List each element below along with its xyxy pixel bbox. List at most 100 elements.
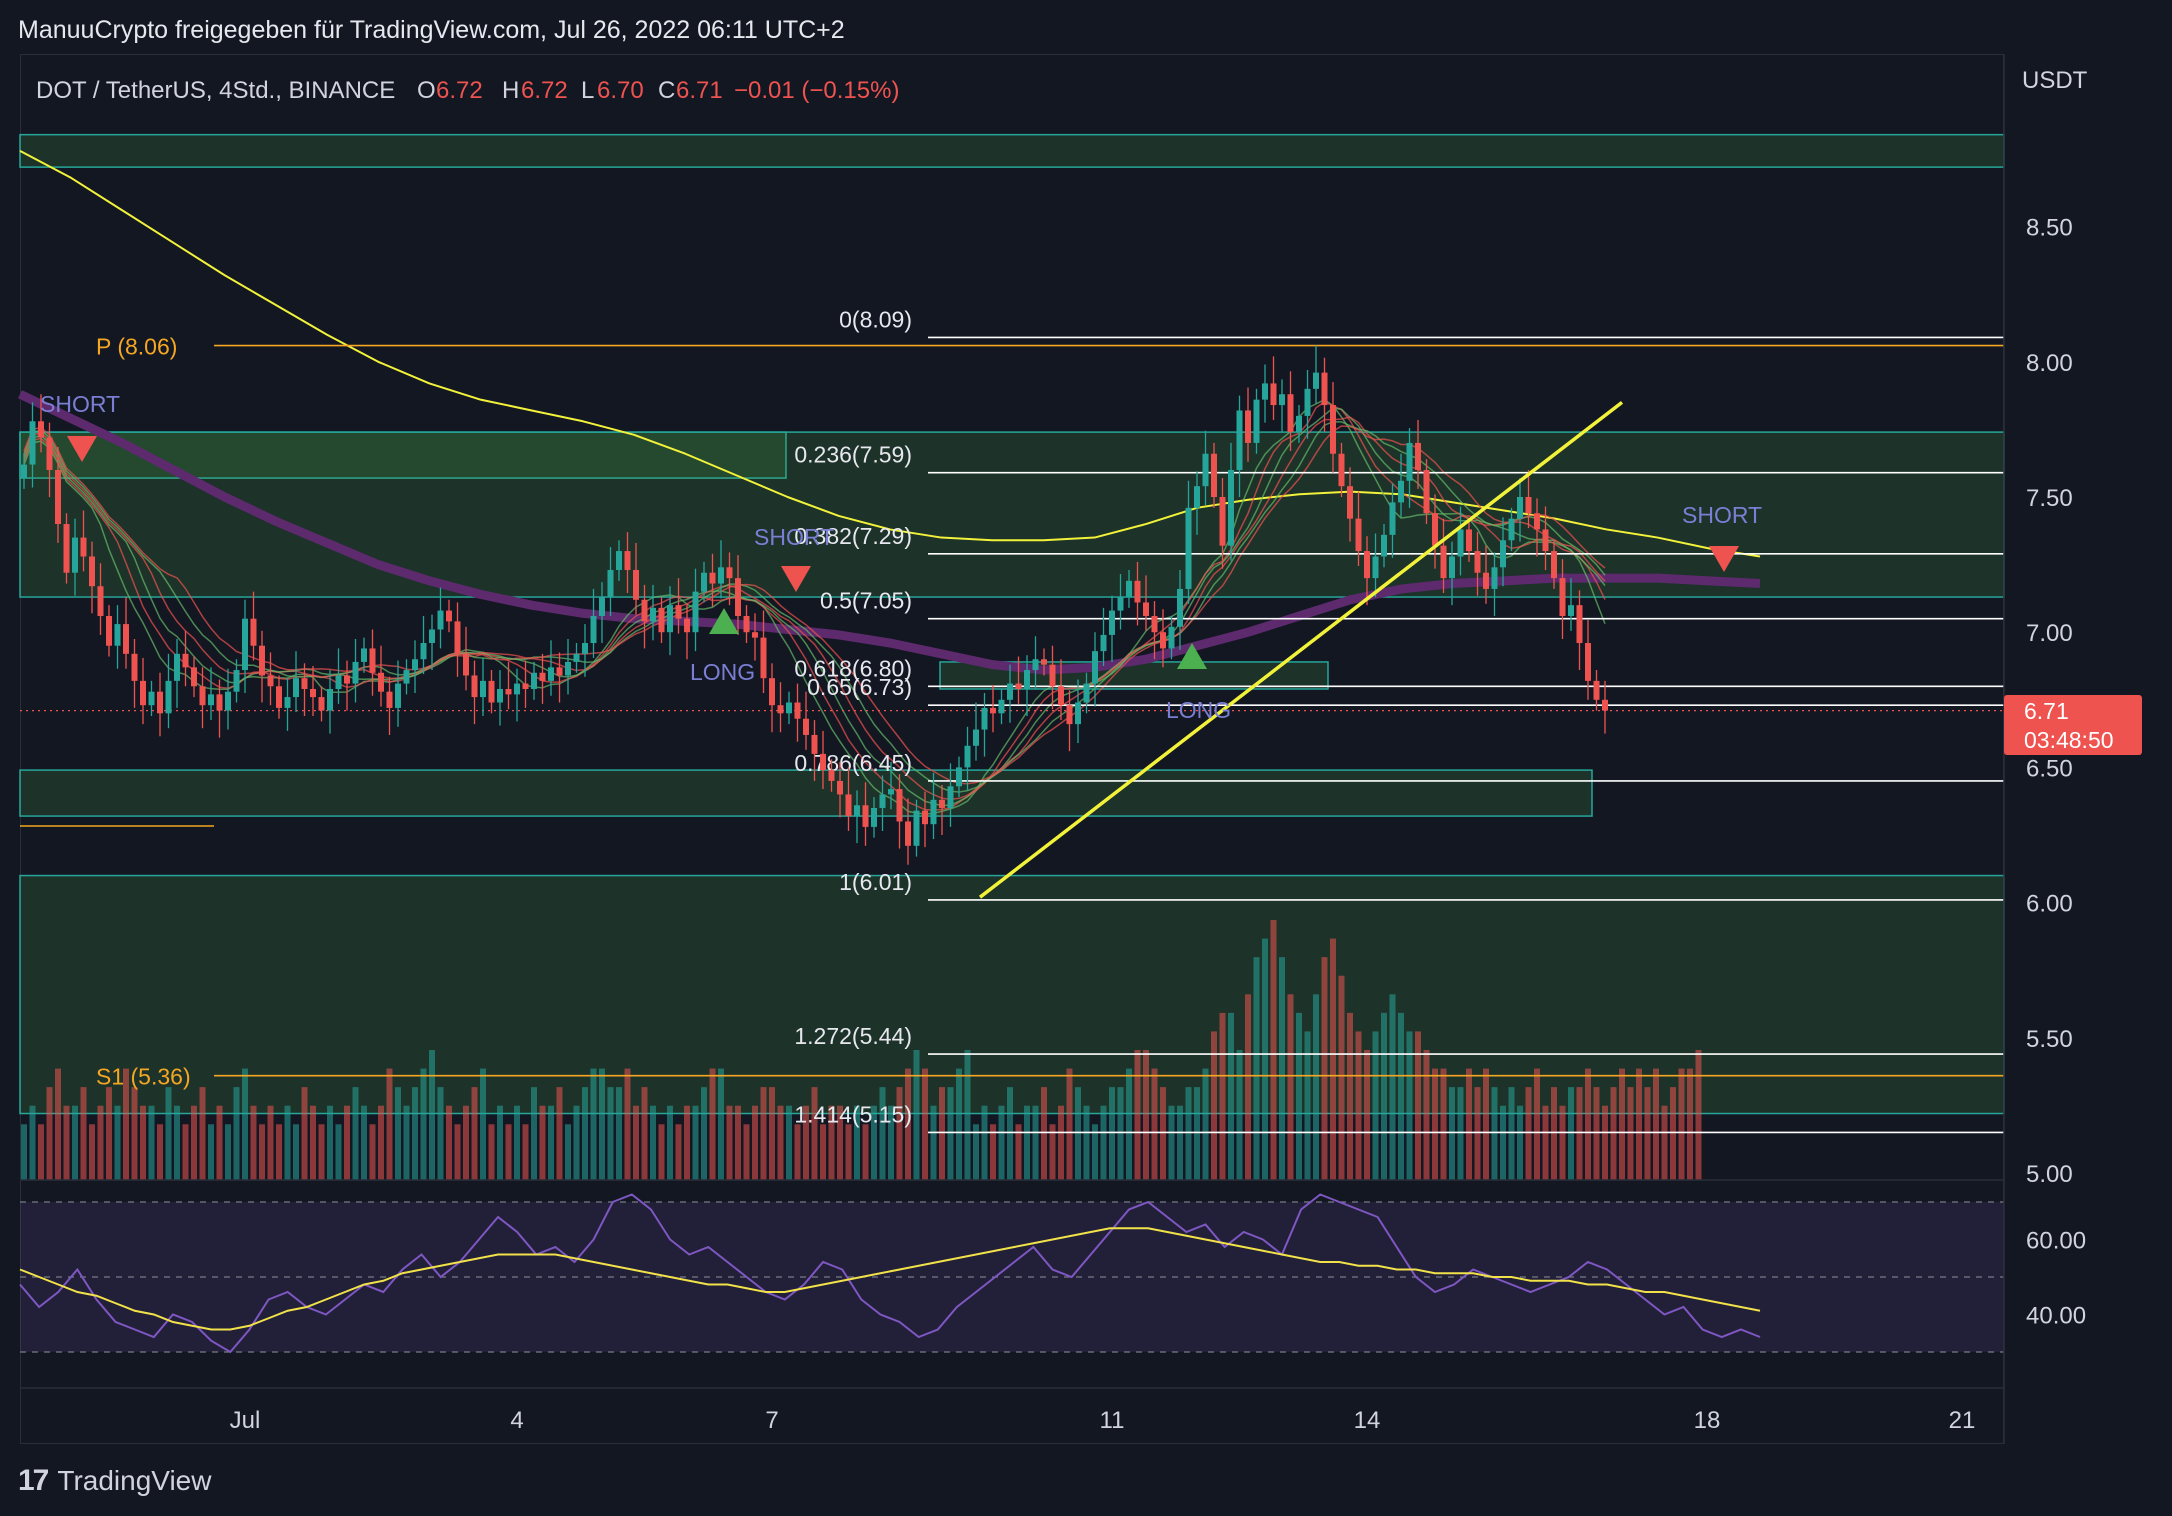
volume-bar xyxy=(437,1087,444,1180)
currency-label: USDT xyxy=(2022,67,2088,94)
candle-body xyxy=(38,421,44,438)
time-tick-label: 14 xyxy=(1354,1407,1381,1434)
volume-bar xyxy=(242,1068,248,1180)
candle-body xyxy=(1279,394,1285,406)
candle-body xyxy=(1253,399,1260,443)
volume-bar xyxy=(225,1124,231,1180)
candle-body xyxy=(930,799,937,825)
candle-body xyxy=(1236,410,1243,470)
candle-body xyxy=(420,643,427,660)
pivot-label: P (8.06) xyxy=(96,334,177,360)
volume-bar xyxy=(1109,1087,1115,1180)
time-tick-label: Jul xyxy=(230,1407,261,1434)
volume-bar xyxy=(794,1124,801,1180)
volume-bar xyxy=(488,1124,495,1180)
volume-bar xyxy=(743,1124,750,1180)
candle-body xyxy=(293,678,299,698)
candle-body xyxy=(1525,497,1532,514)
volume-bar xyxy=(607,1087,614,1180)
candle-body xyxy=(599,597,605,616)
candle-body xyxy=(1126,580,1132,598)
volume-bar xyxy=(1058,1105,1064,1180)
price-tick-label: 6.50 xyxy=(2026,755,2073,782)
volume-bar xyxy=(1432,1068,1438,1180)
volume-bar xyxy=(548,1105,554,1180)
volume-bar xyxy=(420,1068,427,1180)
candle-body xyxy=(1576,605,1583,644)
volume-bar xyxy=(148,1105,155,1180)
candle-body xyxy=(123,624,129,654)
candle-body xyxy=(131,653,138,681)
candle-body xyxy=(1534,513,1540,530)
volume-bar xyxy=(386,1068,393,1180)
candle-body xyxy=(1058,686,1064,706)
candle-body xyxy=(939,799,945,808)
candle-body xyxy=(769,678,775,706)
candle-body xyxy=(1296,415,1302,433)
volume-bar xyxy=(1474,1087,1481,1180)
candle-body xyxy=(1270,383,1277,406)
volume-bar xyxy=(1568,1087,1574,1180)
candle-body xyxy=(1449,556,1455,579)
candle-body xyxy=(905,821,911,846)
candle-body xyxy=(89,556,95,587)
volume-bar xyxy=(1653,1068,1659,1180)
volume-bar xyxy=(981,1105,988,1180)
volume-bar xyxy=(1576,1087,1583,1180)
candle-body xyxy=(267,675,274,687)
candle-body xyxy=(216,694,223,711)
volume-bar xyxy=(913,1050,920,1180)
candle-body xyxy=(63,524,70,573)
volume-bar xyxy=(1627,1087,1634,1180)
volume-bar xyxy=(1338,975,1345,1180)
candle-body xyxy=(752,632,758,638)
price-chart[interactable]: P (8.06)S1 (5.36)0(8.09)0.236(7.59)0.382… xyxy=(0,0,2172,1516)
volume-bar xyxy=(1695,1050,1702,1180)
price-tag-countdown: 03:48:50 xyxy=(2024,727,2114,753)
volume-bar xyxy=(199,1087,206,1180)
volume-bar xyxy=(1160,1087,1166,1180)
tradingview-brand[interactable]: 17 TradingView xyxy=(18,1464,211,1498)
volume-bar xyxy=(1457,1087,1464,1180)
volume-bar xyxy=(369,1124,376,1180)
candle-body xyxy=(658,607,665,633)
volume-bar xyxy=(616,1087,622,1180)
volume-bar xyxy=(1041,1087,1047,1180)
fib-label: 1.414(5.15) xyxy=(794,1101,912,1127)
candle-body xyxy=(854,805,860,817)
volume-bar xyxy=(361,1105,367,1180)
volume-bar xyxy=(1449,1087,1455,1180)
candle-body xyxy=(1559,578,1566,616)
volume-bar xyxy=(1245,994,1251,1180)
close-label: C xyxy=(658,77,675,104)
candle-body xyxy=(684,618,690,633)
volume-bar xyxy=(1381,1012,1387,1180)
zones-layer xyxy=(19,133,2005,1115)
candle-body xyxy=(1372,556,1379,579)
volume-bar xyxy=(140,1105,146,1180)
candle-body xyxy=(1168,626,1175,649)
candle-body xyxy=(21,464,27,479)
candle-body xyxy=(1585,643,1591,681)
candle-body xyxy=(1593,680,1600,700)
volume-bar xyxy=(1236,1050,1243,1180)
volume-bar xyxy=(624,1068,631,1180)
candle-body xyxy=(820,753,826,771)
volume-bar xyxy=(1262,938,1268,1180)
volume-bar xyxy=(1321,957,1328,1180)
volume-bar xyxy=(701,1087,707,1180)
candle-body xyxy=(828,770,835,781)
low-value: 6.70 xyxy=(597,77,644,104)
volume-bar xyxy=(1194,1087,1200,1180)
candle-body xyxy=(624,551,631,571)
candle-body xyxy=(1474,551,1481,573)
volume-bar xyxy=(1678,1068,1685,1180)
volume-bar xyxy=(522,1124,529,1180)
fib-label: 0.65(6.73) xyxy=(807,674,912,700)
candle-body xyxy=(981,707,988,730)
volume-bar xyxy=(1364,1050,1370,1180)
volume-bar xyxy=(497,1105,503,1180)
volume-bar xyxy=(1296,1012,1302,1180)
candle-body xyxy=(1185,507,1192,589)
rsi-layer xyxy=(19,1193,2004,1354)
